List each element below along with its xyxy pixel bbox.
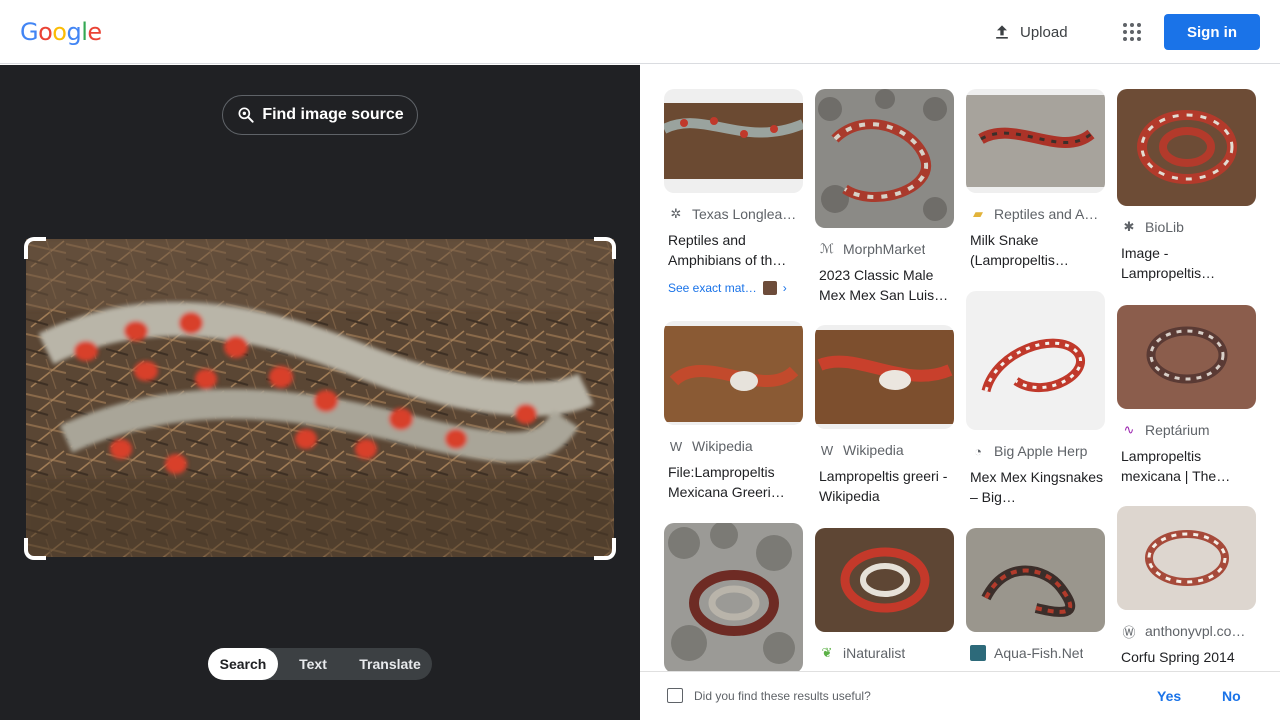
- wikipedia-favicon: W: [669, 438, 683, 454]
- result-title[interactable]: Image - Lampropeltis…: [1121, 243, 1255, 283]
- find-image-source-button[interactable]: Find image source: [222, 95, 418, 135]
- tab-translate[interactable]: Translate: [348, 648, 432, 680]
- logo-letter: G: [20, 18, 39, 46]
- reptarium-favicon: ∿: [1123, 422, 1135, 437]
- result-title[interactable]: 2023 Classic Male Mex Mex San Luis…: [819, 265, 953, 305]
- top-bar: Google Upload Sign in: [0, 0, 1280, 64]
- aqua-fish-favicon: [970, 645, 986, 661]
- search-mode-tabs: Search Text Translate: [208, 648, 432, 680]
- result-source: W Wikipedia: [669, 438, 753, 454]
- result-thumbnail[interactable]: [1117, 305, 1256, 409]
- result-thumbnail[interactable]: [815, 89, 954, 228]
- result-title[interactable]: File:Lampropeltis Mexicana Greeri…: [668, 462, 802, 502]
- morphmarket-favicon: ℳ: [820, 241, 834, 256]
- crop-handle-top-left[interactable]: [24, 237, 46, 259]
- result-source: Aqua-Fish.Net: [970, 645, 1105, 661]
- exact-match-thumbnail: [762, 281, 777, 295]
- result-thumbnail[interactable]: [966, 89, 1105, 193]
- result-thumbnail[interactable]: [966, 291, 1105, 430]
- result-title[interactable]: Lampropeltis mexicana | The…: [1121, 446, 1255, 486]
- result-thumbnail[interactable]: [1117, 89, 1256, 206]
- result-thumbnail[interactable]: [1117, 506, 1256, 610]
- sign-in-button[interactable]: Sign in: [1164, 14, 1260, 50]
- result-title[interactable]: Corfu Spring 2014: [1121, 647, 1255, 667]
- upload-label: Upload: [1020, 23, 1068, 41]
- result-source: ∿ Reptárium: [1121, 422, 1256, 438]
- google-logo[interactable]: Google: [20, 18, 102, 46]
- crop-handle-bottom-left[interactable]: [24, 538, 46, 560]
- logo-letter: o: [38, 18, 53, 46]
- tab-text[interactable]: Text: [278, 648, 348, 680]
- reptiles-amphibians-favicon: ▰: [973, 206, 983, 221]
- result-thumbnail[interactable]: [664, 523, 803, 673]
- result-source: ❦ iNaturalist: [819, 645, 954, 661]
- biolib-favicon: ✱: [1123, 219, 1135, 234]
- result-thumbnail[interactable]: [815, 325, 954, 429]
- crop-handle-bottom-right[interactable]: [594, 538, 616, 560]
- result-thumbnail[interactable]: [815, 528, 954, 632]
- wikipedia-favicon: W: [820, 442, 834, 458]
- chevron-right-icon: ›: [782, 281, 787, 295]
- logo-letter: e: [87, 18, 102, 46]
- result-title[interactable]: Reptiles and Amphibians of th…: [668, 230, 802, 270]
- feedback-question: Did you find these results useful?: [694, 689, 871, 703]
- apps-grid-icon[interactable]: [1120, 20, 1144, 44]
- query-image[interactable]: [26, 239, 614, 557]
- result-source: Ⓦ anthonyvpl.co…: [1122, 623, 1246, 640]
- logo-letter: g: [66, 18, 82, 46]
- upload-icon: [996, 25, 1008, 39]
- big-apple-herp-favicon: ◔: [974, 443, 982, 459]
- result-source: ◔ Big Apple Herp: [970, 443, 1105, 459]
- feedback-icon: [667, 688, 683, 703]
- logo-letter: o: [52, 18, 67, 46]
- result-title[interactable]: Mex Mex Kingsnakes – Big…: [970, 467, 1104, 507]
- result-title[interactable]: Lampropeltis greeri - Wikipedia: [819, 466, 953, 506]
- tab-search[interactable]: Search: [208, 648, 278, 680]
- anthonyvpl-favicon: Ⓦ: [1122, 624, 1136, 640]
- crop-handle-top-right[interactable]: [594, 237, 616, 259]
- result-thumbnail[interactable]: [664, 89, 803, 193]
- feedback-bar: Did you find these results useful? Yes N…: [640, 671, 1280, 720]
- upload-button[interactable]: Upload: [992, 20, 1068, 44]
- feedback-yes-button[interactable]: Yes: [1157, 688, 1181, 704]
- result-source: ✲ Texas Longlea…: [668, 206, 803, 222]
- result-source: ℳ MorphMarket: [820, 241, 926, 257]
- result-thumbnail[interactable]: [664, 321, 803, 425]
- feedback-no-button[interactable]: No: [1222, 688, 1241, 704]
- result-source: ▰ Reptiles and A…: [970, 206, 1105, 222]
- result-source: W Wikipedia: [820, 442, 904, 458]
- lens-search-icon: [238, 107, 254, 123]
- query-panel: Find image source Search Text Translate: [0, 65, 640, 720]
- find-image-source-label: Find image source: [262, 106, 404, 123]
- result-thumbnail[interactable]: [966, 528, 1105, 632]
- result-title[interactable]: Milk Snake (Lampropeltis…: [970, 230, 1104, 270]
- see-exact-matches-link[interactable]: See exact mat… ›: [668, 281, 787, 295]
- result-source: ✱ BioLib: [1121, 219, 1256, 235]
- texas-longleaf-favicon: ✲: [670, 206, 682, 221]
- visual-matches-panel: ✲ Texas Longlea… Reptiles and Amphibians…: [640, 65, 1280, 720]
- inaturalist-favicon: ❦: [821, 645, 833, 660]
